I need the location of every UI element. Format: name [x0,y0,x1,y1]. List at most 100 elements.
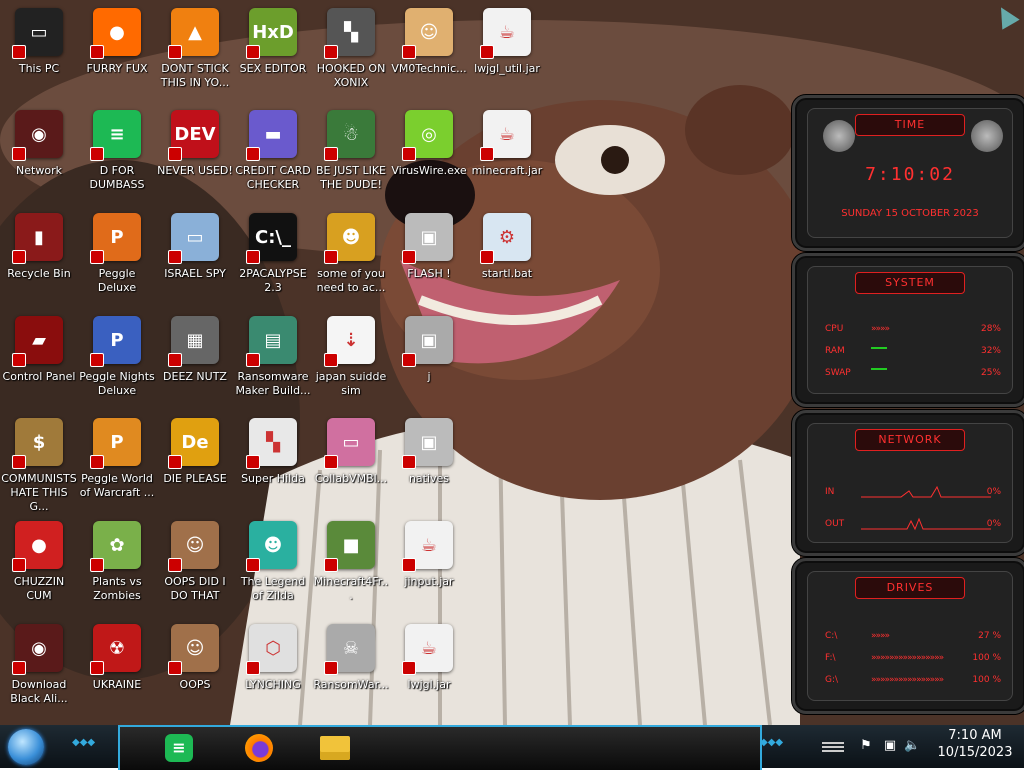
desktop-icon[interactable]: ◎ VirusWire.exe [390,110,468,210]
desktop-icon[interactable]: ● FURRY FUX [78,8,156,108]
shortcut-badge-icon [324,45,338,59]
desktop-icon[interactable]: $ COMMUNISTS HATE THIS G... [0,418,78,518]
shortcut-badge-icon [324,661,338,675]
desktop-icon[interactable]: ☻ some of you need to ac... [312,213,390,313]
drive-g-bar: »»»»»»»»»»»»»»»» [871,675,944,685]
app-icon: ☺ [168,624,219,675]
desktop-icon[interactable]: P Peggle Nights Deluxe [78,316,156,416]
drive-f-value: 100 % [972,653,1001,663]
desktop-icon[interactable]: ☕ lwjgl.jar [390,624,468,724]
shortcut-badge-icon [168,661,182,675]
desktop-icon[interactable]: ☢ UKRAINE [78,624,156,724]
app-icon: ⇣ [324,316,375,367]
spotify-icon: ≡ [165,734,193,762]
desktop-icon[interactable]: P Peggle Deluxe [78,213,156,313]
desktop-icon[interactable]: ☺ OOPS DID I DO THAT [156,521,234,621]
out-value: 0% [986,519,1001,529]
desktop-icon[interactable]: ▦ DEEZ NUTZ [156,316,234,416]
app-icon: ▰ [12,316,63,367]
app-icon: ☢ [90,624,141,675]
shortcut-badge-icon [402,353,416,367]
desktop-icon-label: lwjgl.jar [407,678,451,691]
swap-value: 25% [980,368,1001,378]
time-panel: TIME 7:10:02 SUNDAY 15 OCTOBER 2023 [792,95,1024,251]
desktop-icon-label: DONT STICK THIS IN YO... [160,62,230,89]
desktop-icon[interactable]: ▲ DONT STICK THIS IN YO... [156,8,234,108]
desktop-icon[interactable]: ▭ CollabVMBl... [312,418,390,518]
desktop-icon[interactable]: ▰ Control Panel [0,316,78,416]
desktop-icon[interactable]: P Peggle World of Warcraft ... [78,418,156,518]
desktop-icon[interactable]: ▤ Ransomware Maker Build... [234,316,312,416]
desktop-icon[interactable]: ◉ Network [0,110,78,210]
desktop-icon[interactable]: ▚ Super Hilda [234,418,312,518]
desktop-icon[interactable]: ▚ HOOKED ON XONIX [312,8,390,108]
shortcut-badge-icon [90,455,104,469]
app-icon: ▭ [12,8,63,59]
shortcut-badge-icon [12,250,26,264]
desktop-icon-label: NEVER USED! [157,164,233,177]
taskbar-spotify-button[interactable]: ≡ [162,732,196,764]
desktop-icon[interactable]: ▣ FLASH ! [390,213,468,313]
desktop-icon[interactable]: ☻ The Legend of Zilda [234,521,312,621]
desktop-icon[interactable]: ⚙ startl.bat [468,213,546,313]
desktop-icon-label: DIE PLEASE [163,472,227,485]
taskbar-explorer-button[interactable] [318,732,352,764]
desktop-icon-label: Network [16,164,62,177]
shortcut-badge-icon [168,147,182,161]
desktop-icon-label: some of you need to ac... [316,267,386,294]
desktop-icon-label: The Legend of Zilda [240,575,306,602]
taskbar-firefox-button[interactable] [242,732,276,764]
desktop-icon[interactable]: ☠ RansomWar... [312,624,390,724]
desktop-icon-label: OOPS [179,678,211,691]
start-button[interactable] [8,729,44,765]
system-row-cpu: CPU »»»» 28% [825,322,1001,336]
app-icon: ✿ [90,521,141,572]
action-center-flag-icon[interactable]: ⚑ [858,738,874,754]
desktop-icon[interactable]: ▣ j [390,316,468,416]
desktop-icon-label: FURRY FUX [86,62,148,75]
shortcut-badge-icon [480,45,494,59]
ram-bar [871,347,887,349]
desktop-icon[interactable]: ☃ BE JUST LIKE THE DUDE! [312,110,390,210]
desktop-icon[interactable]: ☕ minecraft.jar [468,110,546,210]
desktop-icon[interactable]: ▣ natives [390,418,468,518]
taskbar-deco-right-icon: ◆◆◆ [760,737,784,748]
app-icon: ☕ [402,521,453,572]
desktop-icon[interactable]: ▬ CREDIT CARD CHECKER [234,110,312,210]
desktop-icon[interactable]: ▭ This PC [0,8,78,108]
shortcut-badge-icon [12,455,26,469]
desktop-icon-label: VM0Technic... [391,62,467,75]
desktop-icon[interactable]: ⬡ LYNCHING [234,624,312,724]
desktop-icon[interactable]: ■ Minecraft4Fr... [312,521,390,621]
app-icon: ▣ [402,418,453,469]
desktop-icon[interactable]: ◉ Download Black Ali... [0,624,78,724]
desktop-icon[interactable]: ☺ VM0Technic... [390,8,468,108]
desktop-icon[interactable]: ● CHUZZIN CUM [0,521,78,621]
drive-row-c: C:\ »»»» 27 % [825,629,1001,643]
taskbar-clock[interactable]: 7:10 AM 10/15/2023 [930,727,1020,761]
taskbar-time: 7:10 AM [948,728,1002,743]
desktop-icon[interactable]: ▭ ISRAEL SPY [156,213,234,313]
show-hidden-icons-icon[interactable] [822,740,844,754]
shortcut-badge-icon [246,147,260,161]
ram-value: 32% [980,346,1001,356]
cpu-label: CPU [825,324,844,334]
desktop-icon[interactable]: DEV NEVER USED! [156,110,234,210]
network-status-icon[interactable]: ▣ [882,738,898,754]
shortcut-badge-icon [402,147,416,161]
desktop-icon[interactable]: C:\_ 2PACALYPSE 2.3 [234,213,312,313]
desktop-icon[interactable]: ✿ Plants vs Zombies [78,521,156,621]
desktop-icon[interactable]: HxD SEX EDITOR [234,8,312,108]
app-icon: HxD [246,8,297,59]
desktop-icon[interactable]: ☕ lwjgl_util.jar [468,8,546,108]
desktop-icon-label: natives [408,472,450,485]
desktop-icon[interactable]: De DIE PLEASE [156,418,234,518]
shortcut-badge-icon [90,45,104,59]
desktop-icon[interactable]: ☕ jinput.jar [390,521,468,621]
volume-icon[interactable]: 🔈 [904,738,920,754]
desktop-icon[interactable]: ≡ D FOR DUMBASS [78,110,156,210]
desktop-icon[interactable]: ⇣ japan suidde sim [312,316,390,416]
desktop-icon[interactable]: ☺ OOPS [156,624,234,724]
desktop-icon[interactable]: ▮ Recycle Bin [0,213,78,313]
app-icon: ▣ [402,316,453,367]
